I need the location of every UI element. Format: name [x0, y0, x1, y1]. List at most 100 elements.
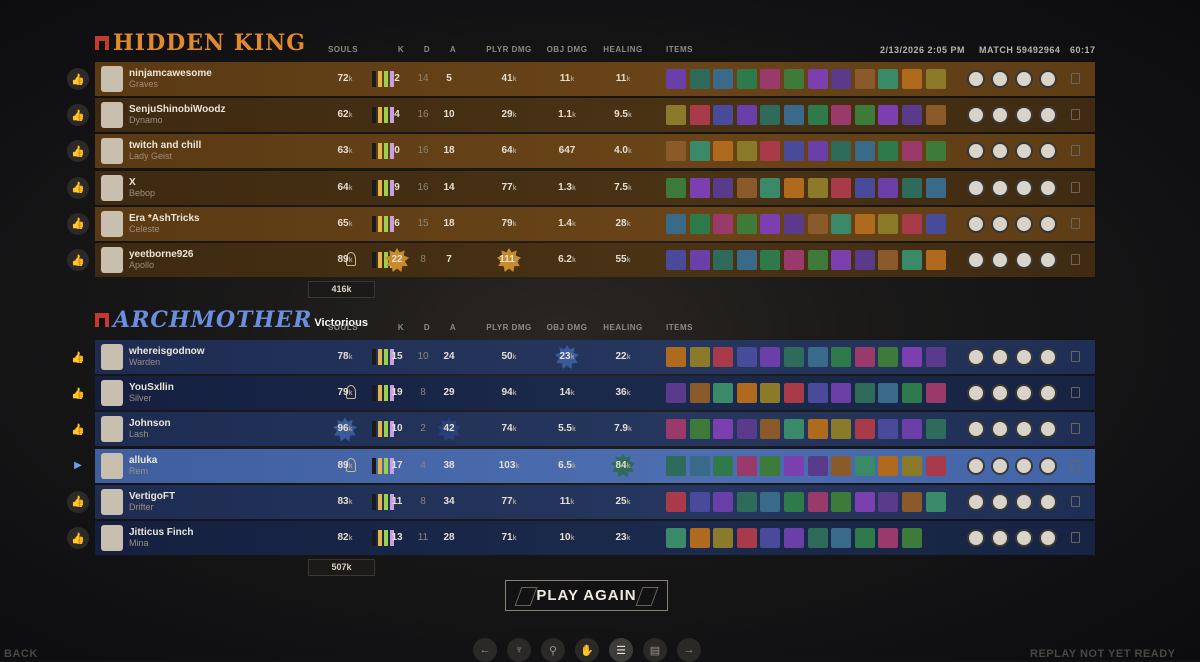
item-slot-icon[interactable] — [689, 383, 710, 404]
item-slot-icon[interactable] — [689, 141, 710, 162]
item-slot-icon[interactable] — [878, 213, 899, 234]
item-slot-icon[interactable] — [831, 177, 852, 198]
item-slot-icon[interactable] — [736, 213, 757, 234]
item-slot-icon[interactable] — [878, 347, 899, 367]
player-row[interactable]: alluka Rem 89k 17 4 38 103k 6.5k 84k — [95, 448, 1095, 483]
item-slot-icon[interactable] — [902, 383, 922, 404]
copy-icon[interactable] — [1071, 532, 1080, 543]
item-slot-icon[interactable] — [784, 528, 804, 548]
item-slot-icon[interactable] — [760, 141, 781, 162]
upvote-button[interactable]: 👍 — [67, 176, 89, 199]
item-slot-icon[interactable] — [925, 141, 946, 162]
item-slot-icon[interactable] — [689, 177, 710, 198]
item-slot-icon[interactable] — [736, 250, 757, 270]
trophy-icon[interactable]: ♆ — [507, 638, 531, 662]
item-slot-icon[interactable] — [831, 528, 852, 548]
upvote-button[interactable]: 👍 — [67, 490, 89, 513]
item-slot-icon[interactable] — [713, 213, 734, 234]
item-slot-icon[interactable] — [736, 491, 757, 512]
item-slot-icon[interactable] — [925, 213, 946, 234]
item-slot-icon[interactable] — [784, 455, 804, 476]
upvote-button[interactable]: 👍 — [67, 212, 89, 235]
item-slot-icon[interactable] — [784, 419, 804, 440]
item-slot-icon[interactable] — [760, 250, 781, 270]
item-slot-icon[interactable] — [854, 347, 875, 367]
item-slot-icon[interactable] — [831, 69, 852, 89]
player-row[interactable]: Era *AshTricks Celeste 65k 6 15 18 79k 1.4k 28k — [95, 206, 1095, 241]
back-button[interactable]: BACK — [4, 648, 38, 660]
copy-icon[interactable] — [1071, 387, 1080, 399]
player-row[interactable]: X Bebop 64k 9 16 14 77k 1.3k 7.5k — [95, 170, 1095, 205]
item-slot-icon[interactable] — [854, 69, 875, 89]
pin-icon[interactable]: ⚲ — [541, 638, 565, 662]
item-slot-icon[interactable] — [689, 347, 710, 367]
item-slot-icon[interactable] — [713, 250, 734, 270]
item-slot-icon[interactable] — [666, 491, 686, 512]
item-slot-icon[interactable] — [807, 528, 828, 548]
item-slot-icon[interactable] — [736, 455, 757, 476]
item-slot-icon[interactable] — [666, 177, 686, 198]
item-slot-icon[interactable] — [925, 177, 946, 198]
item-slot-icon[interactable] — [854, 105, 875, 126]
item-slot-icon[interactable] — [925, 419, 946, 440]
item-slot-icon[interactable] — [689, 213, 710, 234]
item-slot-icon[interactable] — [760, 213, 781, 234]
item-slot-icon[interactable] — [784, 141, 804, 162]
player-row[interactable]: whereisgodnow Warden 78k 15 10 24 50k 23k 22k — [95, 340, 1095, 374]
item-slot-icon[interactable] — [925, 455, 946, 476]
item-slot-icon[interactable] — [760, 383, 781, 404]
player-row[interactable]: Johnson Lash 96k 10 2 42 74k 5.5k 7.9k — [95, 412, 1095, 447]
item-slot-icon[interactable] — [902, 419, 922, 440]
copy-icon[interactable] — [1071, 495, 1080, 507]
item-slot-icon[interactable] — [736, 528, 757, 548]
item-slot-icon[interactable] — [689, 69, 710, 89]
item-slot-icon[interactable] — [902, 105, 922, 126]
item-slot-icon[interactable] — [666, 105, 686, 126]
player-row[interactable]: SenjuShinobiWoodz Dynamo 62k 4 16 10 29k 1.1k 9.… — [95, 98, 1095, 133]
item-slot-icon[interactable] — [807, 141, 828, 162]
item-slot-icon[interactable] — [689, 250, 710, 270]
item-slot-icon[interactable] — [878, 250, 899, 270]
item-slot-icon[interactable] — [666, 347, 686, 367]
copy-icon[interactable] — [1071, 254, 1080, 265]
item-slot-icon[interactable] — [878, 105, 899, 126]
item-slot-icon[interactable] — [736, 105, 757, 126]
item-slot-icon[interactable] — [784, 250, 804, 270]
item-slot-icon[interactable] — [666, 250, 686, 270]
list-icon[interactable]: ☰ — [609, 638, 633, 662]
item-slot-icon[interactable] — [925, 250, 946, 270]
item-slot-icon[interactable] — [760, 419, 781, 440]
item-slot-icon[interactable] — [902, 141, 922, 162]
item-slot-icon[interactable] — [689, 491, 710, 512]
item-slot-icon[interactable] — [807, 177, 828, 198]
item-slot-icon[interactable] — [807, 419, 828, 440]
item-slot-icon[interactable] — [666, 419, 686, 440]
copy-icon[interactable] — [1071, 459, 1080, 471]
item-slot-icon[interactable] — [831, 250, 852, 270]
item-slot-icon[interactable] — [831, 105, 852, 126]
item-slot-icon[interactable] — [784, 347, 804, 367]
item-slot-icon[interactable] — [784, 383, 804, 404]
item-slot-icon[interactable] — [784, 105, 804, 126]
hands-icon[interactable]: ✋ — [575, 638, 599, 662]
item-slot-icon[interactable] — [713, 383, 734, 404]
item-slot-icon[interactable] — [807, 491, 828, 512]
item-slot-icon[interactable] — [854, 177, 875, 198]
item-slot-icon[interactable] — [854, 250, 875, 270]
item-slot-icon[interactable] — [831, 419, 852, 440]
copy-icon[interactable] — [1071, 217, 1080, 229]
item-slot-icon[interactable] — [878, 491, 899, 512]
item-slot-icon[interactable] — [831, 213, 852, 234]
item-slot-icon[interactable] — [831, 141, 852, 162]
item-slot-icon[interactable] — [807, 347, 828, 367]
item-slot-icon[interactable] — [784, 177, 804, 198]
item-slot-icon[interactable] — [902, 347, 922, 367]
item-slot-icon[interactable] — [902, 250, 922, 270]
item-slot-icon[interactable] — [713, 455, 734, 476]
item-slot-icon[interactable] — [713, 347, 734, 367]
item-slot-icon[interactable] — [878, 383, 899, 404]
item-slot-icon[interactable] — [925, 491, 946, 512]
item-slot-icon[interactable] — [854, 491, 875, 512]
player-row[interactable]: yeetborne926 Apollo 89k 22 8 7 111k 6.2k 55k — [95, 243, 1095, 277]
chart-icon[interactable]: ▤ — [643, 638, 667, 662]
